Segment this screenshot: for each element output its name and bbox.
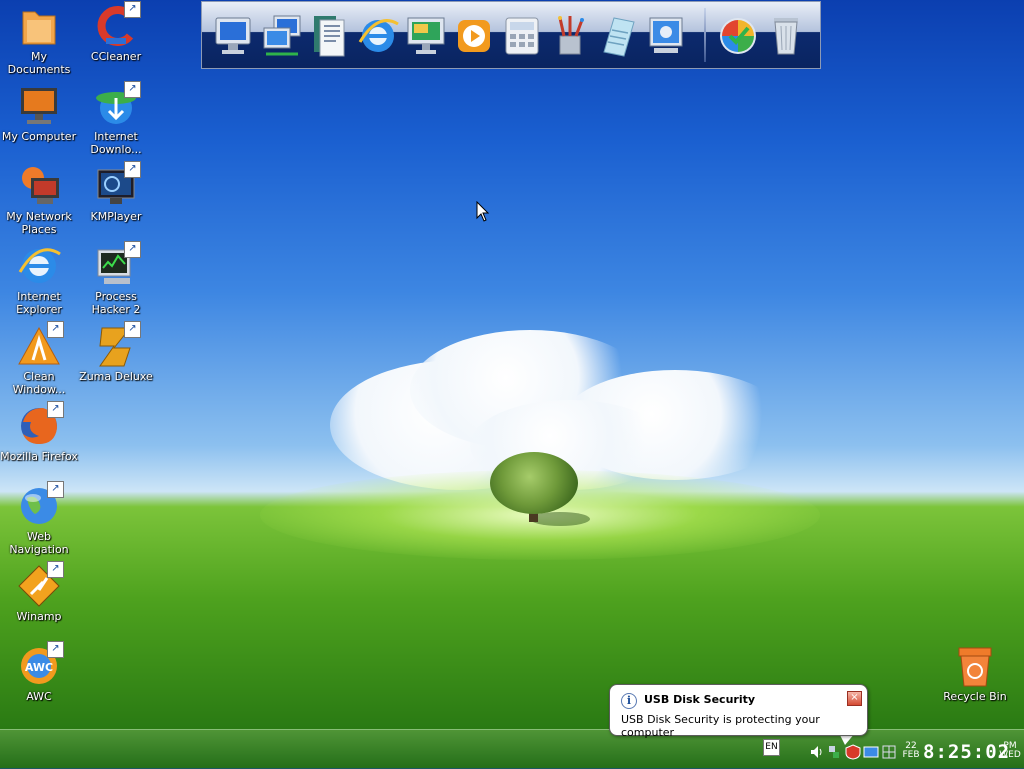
desktop-icon-process-hacker[interactable]: ↗ Process Hacker 2 — [77, 241, 155, 316]
desktop-icon-ccleaner[interactable]: ↗ CCleaner — [77, 1, 155, 63]
notification-title: USB Disk Security — [644, 693, 756, 706]
shortcut-arrow-icon: ↗ — [47, 481, 64, 498]
dock-network-computers-icon[interactable] — [260, 12, 304, 60]
clock-weekday: WED — [999, 750, 1021, 760]
desktop-icon-awc[interactable]: AWC ↗ AWC — [0, 641, 78, 703]
dock-windows-logo-icon[interactable] — [716, 12, 760, 60]
dock-recycle-bin-icon[interactable] — [764, 12, 808, 60]
clock-time[interactable]: 8:25:02 — [923, 741, 1010, 763]
shortcut-arrow-icon: ↗ — [47, 641, 64, 658]
dock-control-panel-icon[interactable] — [644, 12, 688, 60]
desktop-icon-clean-windows[interactable]: ↗ Clean Window... — [0, 321, 78, 396]
info-icon: i — [621, 693, 637, 709]
internet-download-manager-icon: ↗ — [94, 81, 141, 128]
desktop-icon-label: AWC — [26, 690, 52, 703]
web-navigation-icon: ↗ — [17, 481, 64, 528]
internet-explorer-icon — [17, 244, 61, 288]
process-hacker-icon: ↗ — [94, 241, 141, 288]
shortcut-arrow-icon: ↗ — [47, 401, 64, 418]
desktop-icon-winamp[interactable]: ↗ Winamp — [0, 561, 78, 623]
firefox-icon: ↗ — [17, 401, 64, 448]
desktop-icon-label: Winamp — [16, 610, 62, 623]
grid-icon[interactable] — [881, 744, 897, 760]
desktop: { "desktop": { "icons_left": [ {"label":… — [0, 0, 1024, 769]
desktop-icon-internet-download-manager[interactable]: ↗ Internet Downlo... — [77, 81, 155, 156]
desktop-icon-label: My Computer — [1, 130, 77, 143]
dock-calculator-icon[interactable] — [500, 12, 544, 60]
dock-notepad-icon[interactable] — [596, 12, 640, 60]
zuma-icon: ↗ — [94, 321, 141, 368]
shortcut-arrow-icon: ↗ — [124, 1, 141, 18]
desktop-icon-label: Zuma Deluxe — [79, 370, 153, 383]
dock-documents-icon[interactable] — [308, 12, 352, 60]
desktop-icon-kmplayer[interactable]: ↗ KMPlayer — [77, 161, 155, 223]
desktop-icon-my-documents[interactable]: My Documents — [0, 4, 78, 76]
desktop-icon-label: Process Hacker 2 — [91, 290, 141, 316]
dock-desktop-monitor-icon[interactable] — [212, 12, 256, 60]
svg-text:AWC: AWC — [25, 661, 53, 674]
desktop-icon-label: Recycle Bin — [943, 690, 1007, 703]
shortcut-arrow-icon: ↗ — [124, 161, 141, 178]
language-indicator[interactable]: EN — [763, 739, 780, 756]
desktop-icon-label: Web Navigation — [9, 530, 69, 556]
winamp-icon: ↗ — [17, 561, 64, 608]
desktop-icon-zuma-deluxe[interactable]: ↗ Zuma Deluxe — [77, 321, 155, 383]
dock-presentation-monitor-icon[interactable] — [404, 12, 448, 60]
close-icon[interactable]: × — [847, 691, 862, 706]
desktop-icon-recycle-bin[interactable]: Recycle Bin — [936, 644, 1014, 703]
shortcut-arrow-icon: ↗ — [47, 561, 64, 578]
awc-icon: AWC ↗ — [17, 641, 64, 688]
ccleaner-icon: ↗ — [94, 1, 141, 48]
mouse-cursor-icon — [476, 201, 490, 222]
clock-month: FEB — [902, 750, 920, 760]
wallpaper-tree — [490, 452, 590, 526]
desktop-icon-label: Internet Explorer — [16, 290, 62, 316]
dock-paint-brushes-icon[interactable] — [548, 12, 592, 60]
notification-balloon[interactable]: i USB Disk Security × USB Disk Security … — [609, 684, 868, 739]
display-icon[interactable] — [863, 744, 879, 760]
desktop-icon-web-navigation[interactable]: ↗ Web Navigation — [0, 481, 78, 556]
desktop-icon-label: My Network Places — [6, 210, 72, 236]
quick-launch-dock — [201, 1, 821, 69]
desktop-icon-label: CCleaner — [90, 50, 142, 63]
clean-windows-icon: ↗ — [17, 321, 64, 368]
recycle-bin-icon — [953, 644, 997, 688]
network-icon[interactable] — [827, 744, 843, 760]
desktop-icon-label: Mozilla Firefox — [0, 450, 78, 463]
desktop-icon-label: My Documents — [7, 50, 71, 76]
shortcut-arrow-icon: ↗ — [124, 321, 141, 338]
dock-separator — [704, 8, 706, 62]
desktop-icon-my-computer[interactable]: My Computer — [0, 84, 78, 143]
shortcut-arrow-icon: ↗ — [124, 81, 141, 98]
kmplayer-icon: ↗ — [94, 161, 141, 208]
desktop-icon-mozilla-firefox[interactable]: ↗ Mozilla Firefox — [0, 401, 78, 463]
network-places-icon — [17, 164, 61, 208]
shortcut-arrow-icon: ↗ — [124, 241, 141, 258]
clock-ampm-weekday[interactable]: PM WED — [999, 742, 1021, 760]
desktop-icon-internet-explorer[interactable]: Internet Explorer — [0, 244, 78, 316]
computer-icon — [17, 84, 61, 128]
clock-date[interactable]: 22 FEB — [901, 742, 921, 760]
usb-disk-security-icon[interactable] — [845, 744, 861, 760]
desktop-icon-label: Internet Downlo... — [90, 130, 142, 156]
dock-media-player-icon[interactable] — [452, 12, 496, 60]
shortcut-arrow-icon: ↗ — [47, 321, 64, 338]
desktop-icon-label: Clean Window... — [12, 370, 66, 396]
volume-icon[interactable] — [809, 744, 825, 760]
desktop-icon-my-network-places[interactable]: My Network Places — [0, 164, 78, 236]
notification-message: USB Disk Security is protecting your com… — [621, 713, 820, 739]
folder-icon — [17, 4, 61, 48]
dock-internet-explorer-icon[interactable] — [356, 12, 400, 60]
desktop-icon-label: KMPlayer — [90, 210, 142, 223]
